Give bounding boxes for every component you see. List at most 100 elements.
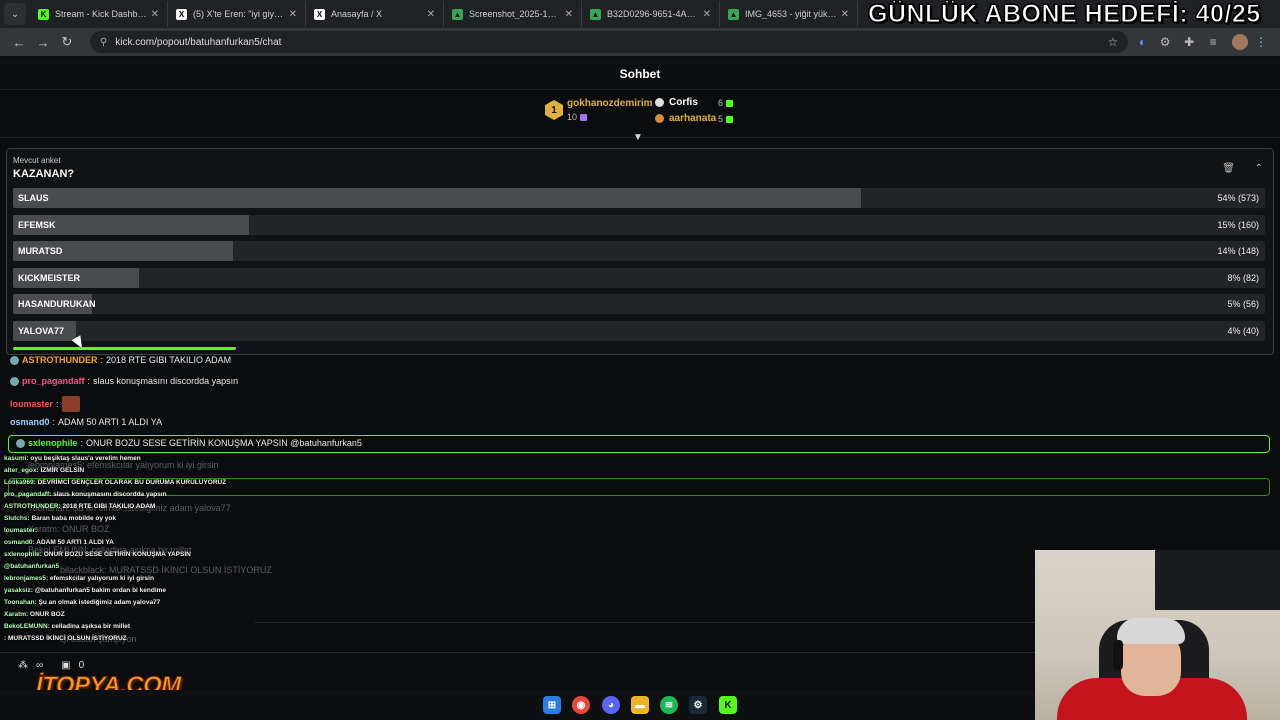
steam-icon[interactable]: ⚙	[689, 696, 707, 714]
windows-start-icon[interactable]: ⊞	[543, 696, 561, 714]
delete-poll-icon[interactable]: 🗑	[1222, 163, 1235, 174]
back-icon[interactable]: ←	[8, 31, 30, 53]
collapse-poll-icon[interactable]: ⌃	[1255, 163, 1263, 174]
screen: ⌄ K Stream - Kick Dashboard ✕ X (5) X'te Ere…	[0, 0, 1280, 720]
extension-icon[interactable]: ◖	[1130, 31, 1152, 53]
address-bar[interactable]: ⚲ kick.com/popout/batuhanfurkan5/chat ☆	[89, 31, 1129, 53]
url-text: kick.com/popout/batuhanfurkan5/chat	[115, 36, 282, 48]
chat-username[interactable]: osmand0	[10, 417, 50, 427]
overlay-chat-line: yasaksiz: @batuhanfurkan5 bakim ordan bi…	[4, 587, 166, 594]
poll-question: KAZANAN?	[13, 168, 75, 180]
colon-separator: :	[100, 355, 104, 365]
extensions-puzzle-icon[interactable]: ✚	[1178, 31, 1200, 53]
spotify-icon[interactable]: ≋	[660, 696, 678, 714]
overlay-text: : İZMİR GELSİN	[36, 467, 85, 474]
poll-option[interactable]: HASANDURUKAN 5% (56)	[13, 294, 1265, 315]
gift-icon	[726, 99, 734, 107]
browser-tab[interactable]: ▲ Screenshot_2025-12-27-2 ✕	[444, 1, 582, 27]
close-tab-icon[interactable]: ✕	[703, 9, 711, 20]
overlay-text: : DEVRİMCİ GENÇLER OLARAK BU DURUMA KURU…	[33, 479, 227, 486]
leader-second-badge-icon	[655, 98, 664, 107]
poll-option[interactable]: YALOVA77 4% (40)	[13, 321, 1265, 341]
overlay-username: Slutchs	[4, 515, 28, 522]
overlay-chat-line: kasumi: oyu beşiktaş slaus'a verelim hem…	[4, 455, 141, 462]
kick-app-icon[interactable]: K	[719, 696, 737, 714]
poll-timer-bar	[13, 347, 236, 350]
close-tab-icon[interactable]: ✕	[289, 9, 297, 20]
chat-message: loumaster:	[10, 396, 80, 412]
poll-option-label: KICKMEISTER	[18, 272, 81, 283]
leader-third-name[interactable]: aarhanata	[669, 113, 716, 124]
overlay-chat-line: loumaster:	[4, 527, 37, 534]
reload-icon[interactable]: ↻	[56, 31, 78, 53]
profile-avatar[interactable]	[1232, 34, 1249, 50]
browser-tab[interactable]: X (5) X'te Eren: "iyi giyinme ✕	[168, 1, 306, 27]
subscriber-goal-overlay: GÜNLÜK ABONE HEDEFİ: 40/25	[868, 0, 1261, 29]
poll-option[interactable]: SLAUS 54% (573)	[13, 188, 1265, 208]
chat-title: Sohbet	[0, 58, 1280, 90]
overlay-username: loumaster	[4, 527, 36, 534]
tabs-container: K Stream - Kick Dashboard ✕ X (5) X'te Eren:…	[30, 1, 858, 27]
tab-favicon-icon: K	[38, 8, 49, 20]
overlay-text: : slaus konuşmasını discordda yapsın	[49, 491, 167, 498]
overlay-username: Toonahan	[4, 599, 35, 606]
overlay-username: yasaksiz	[4, 587, 31, 594]
divider	[0, 652, 1035, 653]
tab-favicon-icon: ▲	[590, 8, 601, 20]
tab-title: Stream - Kick Dashboard	[55, 9, 147, 19]
leader-first-count: 10	[567, 112, 588, 122]
overlay-username: lebronjames5	[4, 575, 46, 582]
chat-input-bar: ⁂ ∞ ▣ 0	[18, 660, 84, 671]
browser-tab[interactable]: K Stream - Kick Dashboard ✕	[30, 1, 168, 27]
tab-title: Anasayfa / X	[331, 9, 383, 19]
leader-second-name[interactable]: Corfis	[669, 97, 698, 108]
gift-count: 0	[78, 660, 85, 671]
chat-text: 2018 RTE GIBI TAKILIO ADAM	[106, 355, 232, 365]
site-info-icon[interactable]: ⚲	[100, 37, 107, 48]
poll-option[interactable]: MURATSD 14% (148)	[13, 241, 1265, 262]
tab-favicon-icon: ▲	[728, 8, 739, 20]
leader-first-name[interactable]: gokhanozdemirim	[567, 98, 653, 109]
overlay-username: @batuhanfurkan5	[4, 563, 60, 570]
poll-option-result: 14% (148)	[1217, 246, 1259, 257]
poll-option[interactable]: EFEMSK 15% (160)	[13, 214, 1265, 235]
poll-option-label: SLAUS	[18, 193, 49, 203]
chat-message: pro_pagandaff: slaus konuşmasını discordd…	[10, 376, 238, 386]
media-control-icon[interactable]: ≡	[1202, 31, 1224, 53]
discord-icon[interactable]: ◕	[602, 696, 620, 714]
close-tab-icon[interactable]: ✕	[565, 9, 573, 20]
close-tab-icon[interactable]: ✕	[151, 9, 159, 20]
gift-box-icon[interactable]: ▣	[61, 660, 70, 671]
close-tab-icon[interactable]: ✕	[841, 9, 849, 20]
chat-username[interactable]: ASTROTHUNDER	[22, 355, 98, 365]
chrome-icon[interactable]: ◉	[572, 696, 590, 714]
file-explorer-icon[interactable]: ▬	[631, 696, 649, 714]
expand-leaderboard-icon[interactable]: ▼	[633, 132, 643, 143]
browser-tab[interactable]: ▲ B32D0296-9651-4A22-AE ✕	[582, 1, 720, 27]
menu-icon[interactable]: ⋮	[1250, 31, 1272, 53]
tab-search-button[interactable]: ⌄	[4, 3, 26, 25]
forward-icon[interactable]: →	[32, 31, 54, 53]
overlay-username: Xaratm	[4, 611, 27, 618]
chat-username[interactable]: loumaster	[10, 399, 53, 409]
poll-option[interactable]: KICKMEISTER 8% (82)	[13, 267, 1265, 288]
poll-option-label: MURATSD	[18, 246, 63, 257]
leader-third-badge-icon	[655, 114, 664, 123]
chat-username[interactable]: pro_pagandaff	[22, 376, 85, 386]
browser-tab[interactable]: X Anasayfa / X ✕	[306, 1, 444, 27]
gift-icon	[726, 115, 734, 123]
overlay-text: : MURATSSD İKİNCİ OLSUN İSTİYORUZ	[4, 635, 127, 642]
extension-icon[interactable]: ⚙	[1154, 31, 1176, 53]
close-tab-icon[interactable]: ✕	[427, 9, 435, 20]
browser-tab[interactable]: ▲ IMG_4653 - yiğit yüksel.JF ✕	[720, 1, 858, 27]
bookmark-star-icon[interactable]: ☆	[1107, 35, 1118, 49]
overlay-chat-line: lebronjames5: efemskcılar yalıyorum ki i…	[4, 575, 154, 582]
webcam-background-object	[1155, 550, 1280, 610]
overlay-username: kasumi	[4, 455, 27, 462]
webcam-headset	[1113, 640, 1123, 670]
overlay-text: :	[35, 527, 38, 534]
overlay-username: Lolika969	[4, 479, 34, 486]
overlay-username: ASTROTHUNDER	[4, 503, 59, 510]
highlighted-message-frame	[8, 435, 1270, 453]
points-icon[interactable]: ⁂	[18, 660, 28, 671]
